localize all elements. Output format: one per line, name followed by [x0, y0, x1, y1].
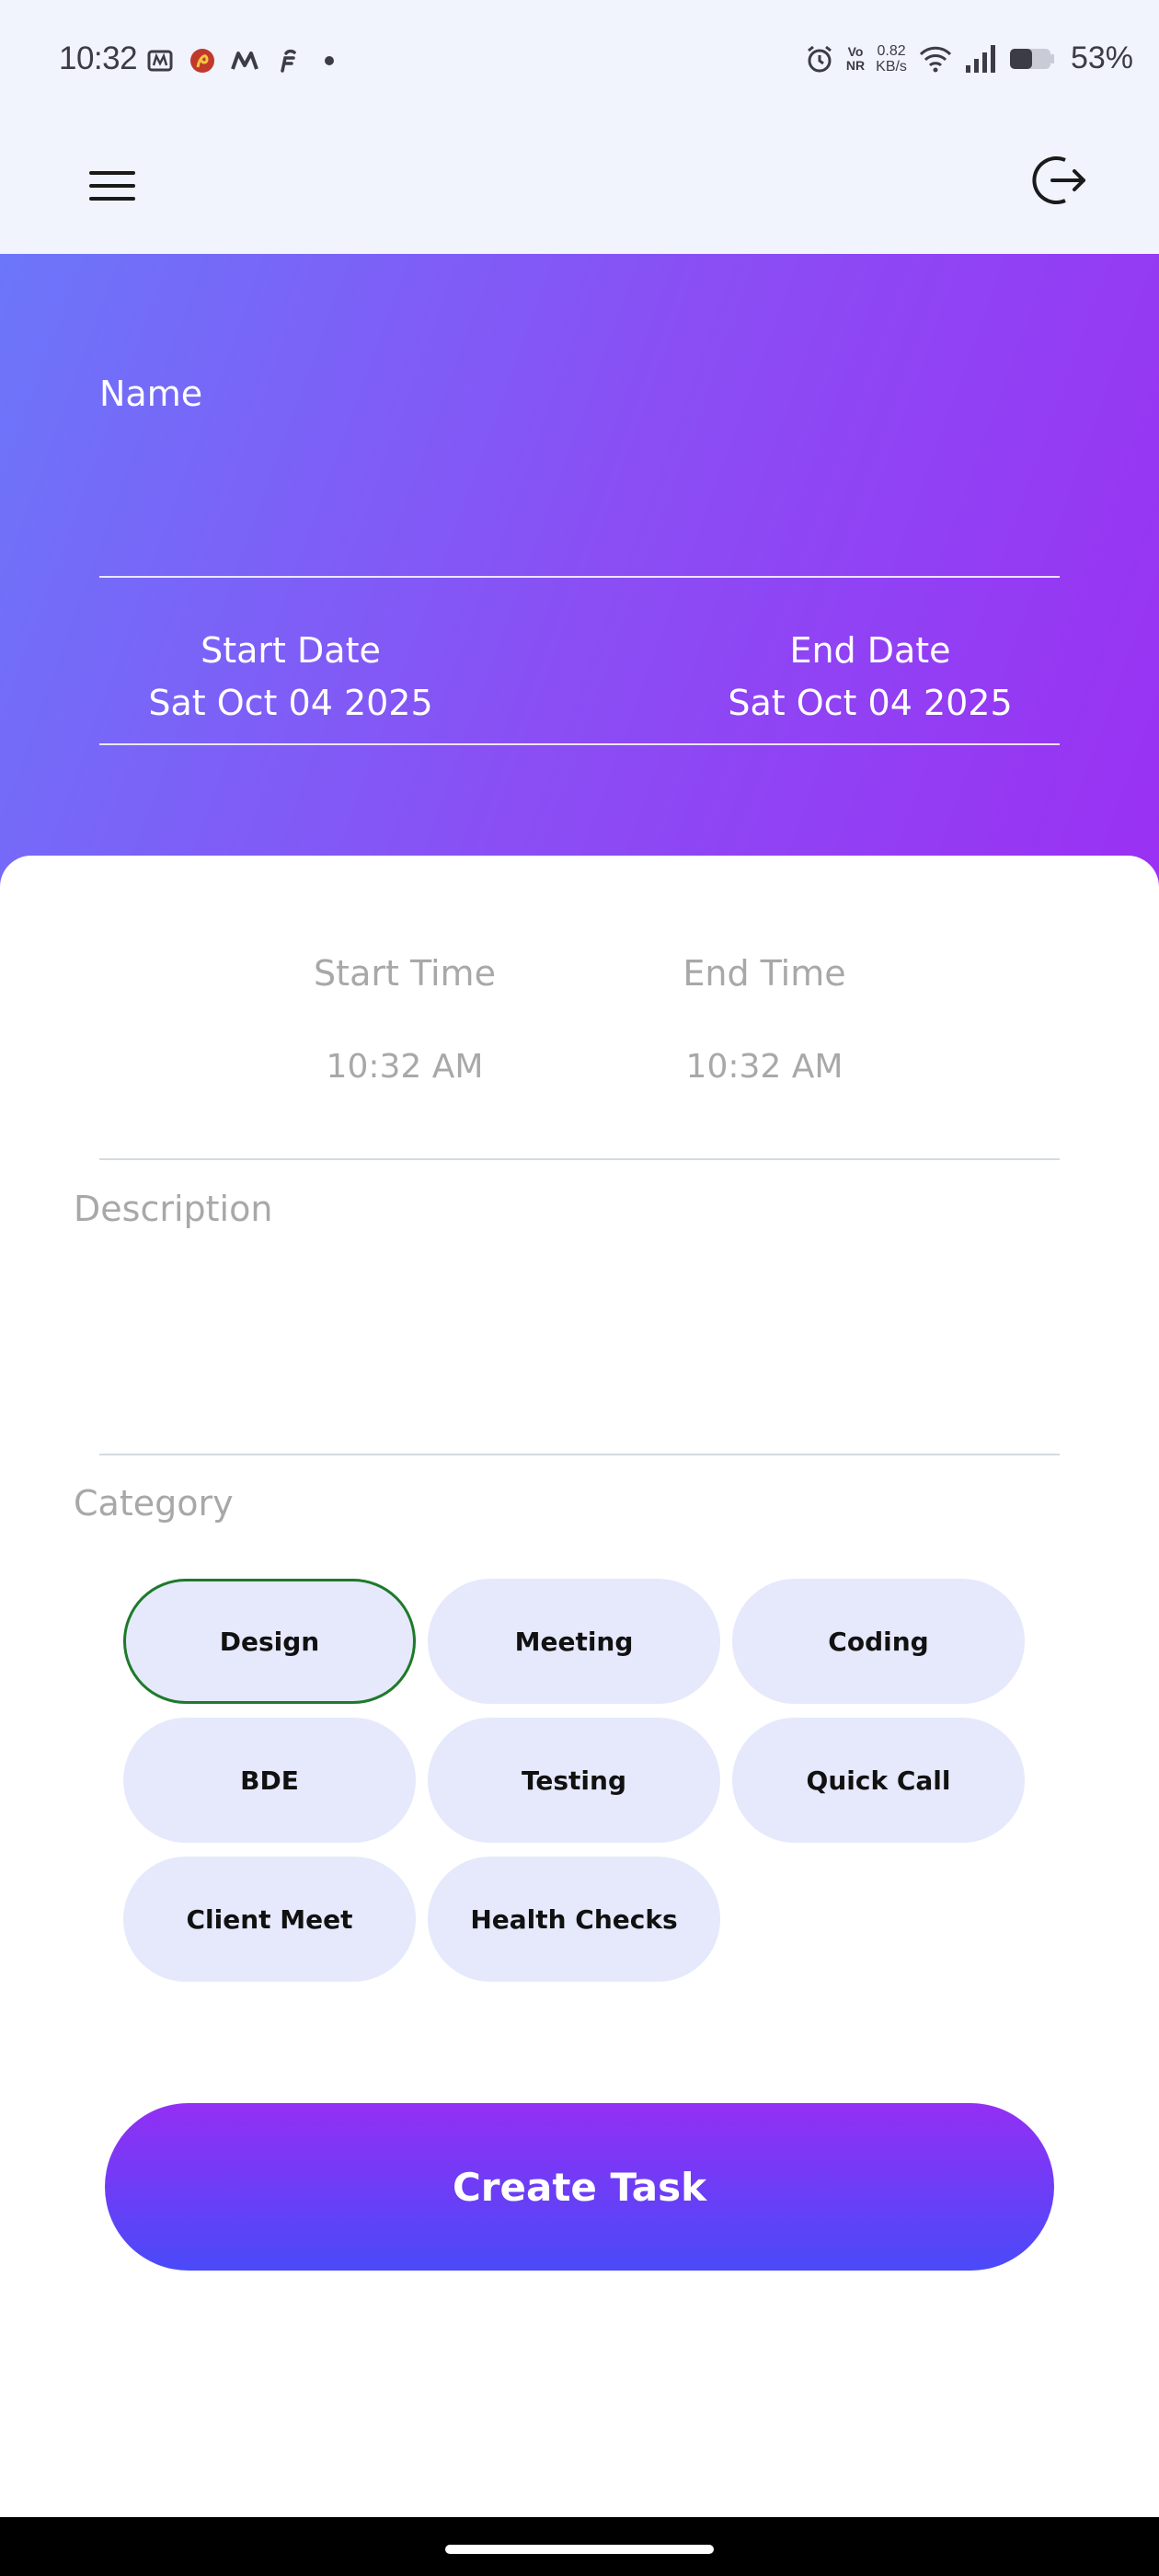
status-time: 10:32 — [59, 40, 138, 76]
notification-icons — [143, 44, 346, 77]
start-date-value: Sat Oct 04 2025 — [148, 683, 433, 723]
task-header-panel: Name Start Date Sat Oct 04 2025 End Date… — [0, 254, 1159, 898]
start-date-picker[interactable]: Start Date Sat Oct 04 2025 — [98, 626, 484, 730]
more-dot-icon — [313, 44, 346, 77]
start-time-label: Start Time — [314, 953, 496, 994]
create-task-button[interactable]: Create Task — [105, 2103, 1054, 2271]
end-date-label: End Date — [789, 630, 951, 671]
signal-icon — [964, 43, 997, 75]
category-chip-design[interactable]: Design — [123, 1579, 416, 1704]
flipkart-icon — [270, 44, 304, 77]
home-gesture-handle[interactable] — [445, 2545, 714, 2554]
category-chip-testing[interactable]: Testing — [428, 1718, 720, 1843]
status-icons: Vo NR 0.82 KB/s 53% — [804, 40, 1133, 76]
airtel-icon — [186, 44, 219, 77]
start-date-label: Start Date — [201, 630, 381, 671]
app-bar — [0, 127, 1159, 256]
myntra-icon — [228, 44, 261, 77]
end-date-value: Sat Oct 04 2025 — [728, 683, 1013, 723]
end-time-value: 10:32 AM — [685, 1048, 843, 1086]
name-underline — [99, 576, 1060, 578]
start-time-picker[interactable]: Start Time 10:32 AM — [267, 948, 543, 1093]
category-label: Category — [74, 1483, 234, 1524]
system-nav-bar — [0, 2517, 1159, 2576]
description-underline — [99, 1454, 1060, 1455]
alarm-icon — [804, 43, 835, 75]
name-input[interactable] — [99, 427, 1063, 486]
category-chip-coding[interactable]: Coding — [732, 1579, 1025, 1704]
mytra-icon — [143, 44, 177, 77]
description-label: Description — [74, 1189, 273, 1229]
time-underline — [99, 1158, 1060, 1160]
task-form-sheet: Start Time 10:32 AM End Time 10:32 AM De… — [0, 856, 1159, 2521]
description-input[interactable] — [74, 1251, 1063, 1439]
category-chip-client-meet[interactable]: Client Meet — [123, 1857, 416, 1982]
network-speed: 0.82 KB/s — [876, 42, 907, 75]
battery-icon — [1008, 45, 1056, 73]
start-time-value: 10:32 AM — [326, 1048, 484, 1086]
category-chip-quick-call[interactable]: Quick Call — [732, 1718, 1025, 1843]
end-date-picker[interactable]: End Date Sat Oct 04 2025 — [677, 626, 1063, 730]
category-chip-bde[interactable]: BDE — [123, 1718, 416, 1843]
end-time-picker[interactable]: End Time 10:32 AM — [626, 948, 902, 1093]
end-time-label: End Time — [683, 953, 846, 994]
category-chip-meeting[interactable]: Meeting — [428, 1579, 720, 1704]
vonr-indicator: Vo NR — [845, 43, 866, 73]
battery-percent: 53% — [1070, 40, 1133, 75]
wifi-icon — [918, 43, 953, 75]
hamburger-menu-icon[interactable] — [85, 158, 140, 213]
date-underline — [99, 743, 1060, 745]
logout-icon[interactable] — [1030, 151, 1089, 210]
status-bar: 10:32 Vo NR 0.82 KB/s 53% — [0, 0, 1159, 127]
name-label: Name — [99, 374, 203, 414]
category-chip-health-checks[interactable]: Health Checks — [428, 1857, 720, 1982]
